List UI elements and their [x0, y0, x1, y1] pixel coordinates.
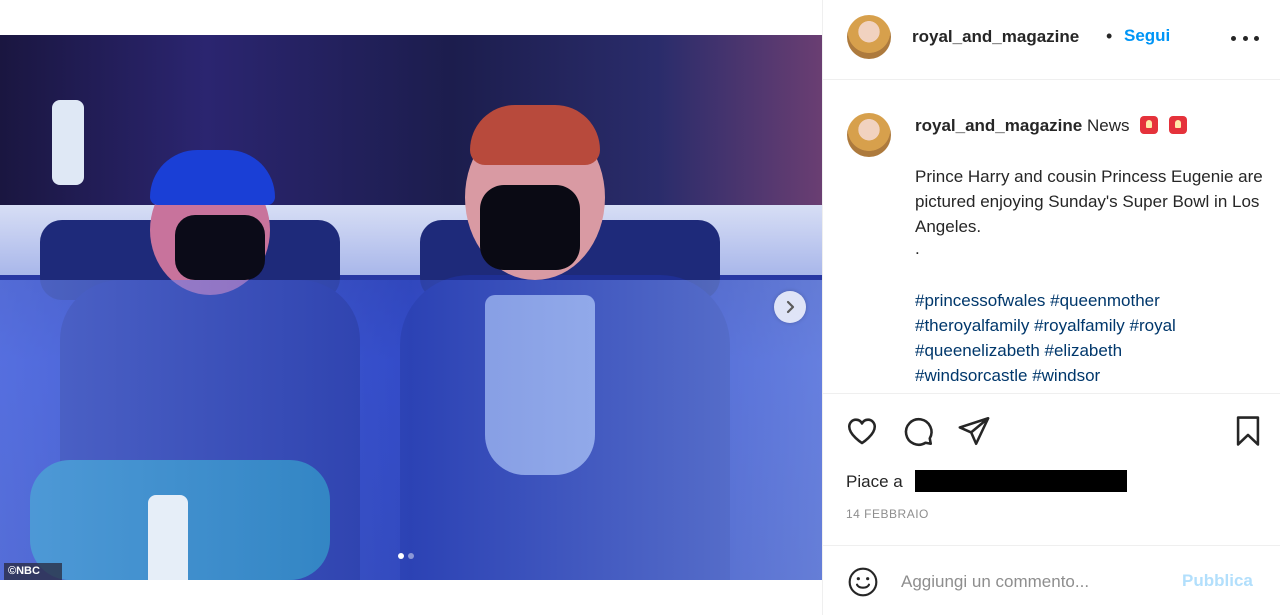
post-photo[interactable] — [0, 35, 822, 580]
hashtag-link[interactable]: #queenelizabeth — [915, 341, 1040, 360]
comment-bar: Pubblica — [823, 545, 1280, 615]
caption-username[interactable]: royal_and_magazine — [915, 116, 1082, 135]
background-crowd — [0, 35, 822, 215]
carousel-indicator — [398, 553, 414, 559]
redacted-username — [915, 470, 1127, 492]
person-right-hair — [470, 105, 600, 165]
water-bottle — [148, 495, 188, 580]
police-light-emoji-icon — [1140, 116, 1159, 134]
post-header: royal_and_magazine • Segui — [823, 0, 1280, 80]
separator-dot: • — [1106, 26, 1113, 46]
chevron-right-icon — [786, 300, 795, 314]
police-light-emoji-icon — [1168, 116, 1187, 134]
media-pane: ©NBC — [0, 0, 822, 615]
carousel-dot — [408, 553, 414, 559]
hashtag-list: #princessofwales #queenmother #theroyalf… — [915, 288, 1265, 388]
comment-bubble-icon — [904, 417, 933, 446]
hashtag-link[interactable]: #royalfamily — [1034, 316, 1125, 335]
like-button[interactable] — [845, 414, 879, 448]
person-right-mask — [480, 185, 580, 270]
follow-button[interactable]: Segui — [1124, 26, 1170, 46]
save-button[interactable] — [1231, 414, 1265, 448]
avatar[interactable] — [847, 113, 891, 157]
hashtag-link[interactable]: #princessofwales — [915, 291, 1045, 310]
caption-separator: . — [915, 239, 920, 258]
hashtag-link[interactable]: #windsor — [1032, 366, 1100, 385]
hashtag-link[interactable]: #queenmother — [1050, 291, 1160, 310]
glass-barrier — [0, 280, 822, 580]
hashtag-link[interactable]: #windsorcastle — [915, 366, 1027, 385]
publish-button[interactable]: Pubblica — [1182, 571, 1253, 591]
person-left-mask — [175, 215, 265, 280]
hashtag-link[interactable]: #royal — [1130, 316, 1176, 335]
smiley-icon — [848, 567, 878, 597]
carousel-next-button[interactable] — [774, 291, 806, 323]
post-side-pane: royal_and_magazine • Segui royal_and_mag… — [822, 0, 1280, 615]
water-bottle — [52, 100, 84, 185]
caption-headline: royal_and_magazine News — [915, 116, 1187, 136]
header-username[interactable]: royal_and_magazine — [912, 27, 1079, 47]
heart-icon — [847, 418, 877, 445]
comment-button[interactable] — [901, 414, 935, 448]
carousel-dot-active — [398, 553, 404, 559]
bookmark-icon — [1236, 416, 1260, 446]
hashtag-link[interactable]: #theroyalfamily — [915, 316, 1029, 335]
nbc-watermark: ©NBC — [4, 563, 62, 580]
emoji-picker-button[interactable] — [847, 566, 879, 598]
more-options-icon[interactable] — [1231, 30, 1259, 46]
caption-title: News — [1086, 116, 1130, 135]
paper-plane-icon — [958, 416, 990, 446]
hashtag-link[interactable]: #elizabeth — [1045, 341, 1123, 360]
post-date[interactable]: 14 FEBBRAIO — [846, 507, 929, 521]
caption-body: Prince Harry and cousin Princess Eugenie… — [915, 167, 1263, 236]
post-actions: Piace a 14 FEBBRAIO — [823, 393, 1280, 543]
caption-area: royal_and_magazine News Prince Harry and… — [823, 81, 1280, 393]
comment-input[interactable] — [901, 568, 1161, 596]
likes-text: Piace a — [846, 472, 903, 491]
avatar[interactable] — [847, 15, 891, 59]
share-button[interactable] — [957, 414, 991, 448]
